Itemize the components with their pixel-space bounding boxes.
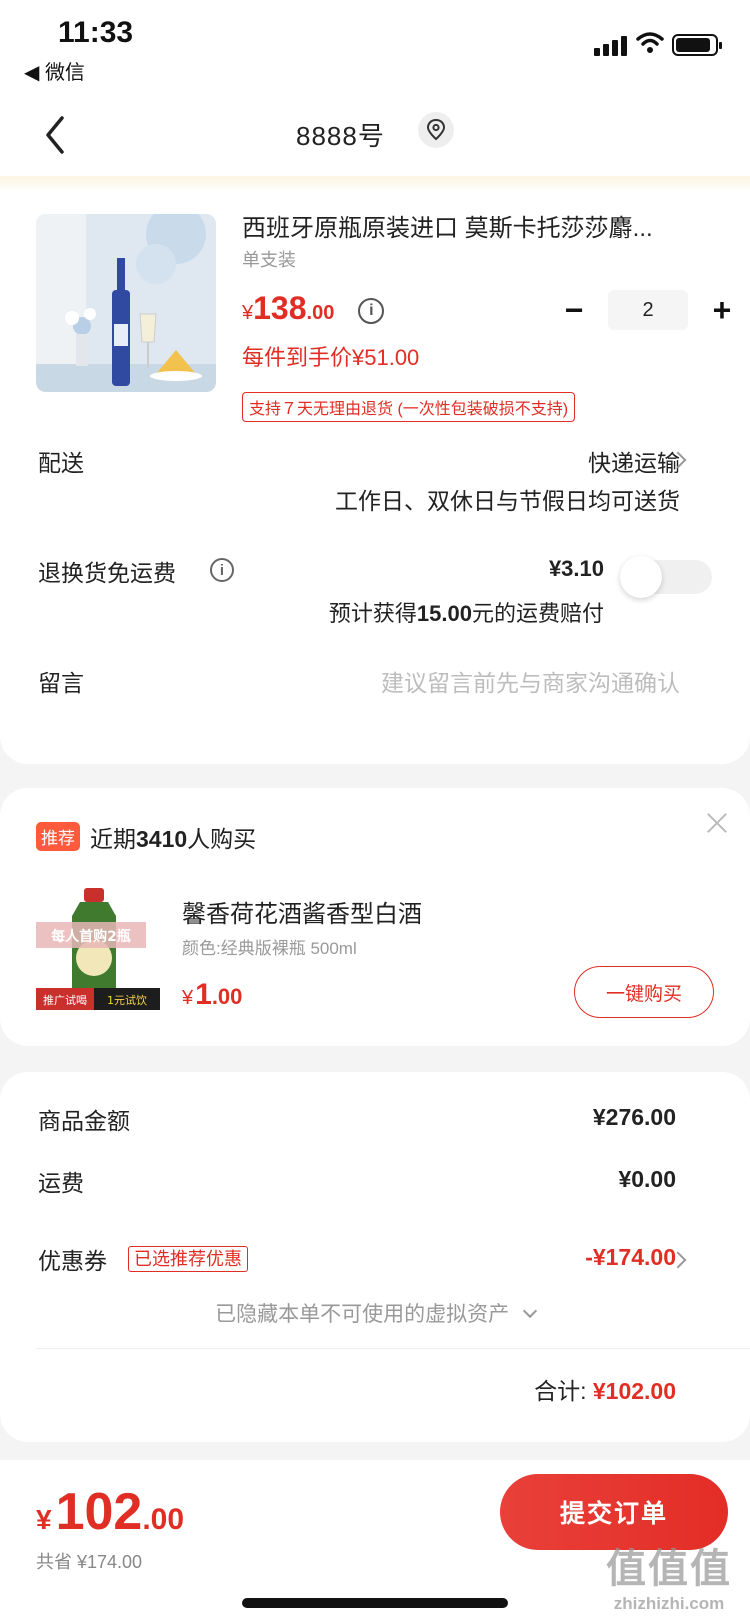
product-price: ¥ 138 .00 i	[242, 290, 385, 328]
payable-integer: 102	[55, 1483, 143, 1541]
delivery-schedule: 工作日、双休日与节假日均可送货	[335, 488, 680, 514]
return-policy-tag: 支持７天无理由退货 (一次性包装破损不支持)	[242, 392, 576, 422]
nav-bar: 8888号	[0, 92, 750, 180]
price-currency: ¥	[242, 302, 254, 324]
battery-icon	[672, 34, 722, 56]
delivery-method[interactable]: 快递运输	[588, 444, 680, 478]
watermark-url: zhizhizhi.com	[613, 1594, 725, 1613]
shop-title: 8888号	[296, 121, 385, 151]
delivery-label: 配送	[38, 450, 84, 476]
close-recommendation-icon[interactable]	[704, 810, 730, 836]
location-pin-icon[interactable]	[418, 112, 454, 148]
rec-price-decimal: .00	[211, 984, 243, 1009]
product-title[interactable]: 西班牙原瓶原装进口 莫斯卡托莎莎麝...	[242, 208, 702, 243]
back-to-app-link[interactable]: ◀ 微信	[24, 56, 85, 85]
recommend-item-spec: 颜色:经典版裸瓶 500ml	[182, 939, 357, 958]
summary-divider	[36, 1348, 750, 1349]
return-insurance-price: ¥3.10	[548, 556, 604, 581]
price-decimal: .00	[306, 302, 335, 324]
coupon-value[interactable]: -¥174.00	[585, 1244, 676, 1271]
return-note-prefix: 预计获得	[328, 601, 417, 626]
back-arrow-icon[interactable]	[36, 110, 76, 160]
shipping-value: ¥0.00	[618, 1166, 676, 1192]
message-input[interactable]: 建议留言前先与商家沟通确认	[381, 664, 680, 698]
return-insurance-label: 退换货免运费	[38, 560, 176, 586]
recommend-suffix: 人购买	[187, 826, 257, 852]
total-value: ¥102.00	[592, 1378, 676, 1404]
signal-icon	[594, 36, 627, 56]
payable-amount: ¥ 102 .00	[36, 1482, 184, 1542]
rec-price-currency: ¥	[182, 987, 194, 1009]
product-thumbnail[interactable]	[36, 214, 216, 392]
return-note-amount: 15.00	[416, 601, 472, 626]
chevron-down-icon	[522, 1303, 537, 1319]
price-info-icon[interactable]: i	[358, 298, 385, 324]
product-spec: 单支装	[242, 250, 296, 270]
coupon-selected-tag: 已选推荐优惠	[128, 1246, 248, 1272]
return-note-suffix: 元的运费赔付	[471, 601, 604, 626]
order-item-card: 西班牙原瓶原装进口 莫斯卡托莎莎麝... 单支装 ¥ 138 .00 i − 2…	[0, 190, 750, 764]
thumb-promo-left: 推广试喝	[43, 993, 87, 1007]
wifi-icon	[636, 32, 664, 53]
goods-amount-value: ¥276.00	[592, 1104, 676, 1130]
shipping-label: 运费	[38, 1170, 84, 1196]
recommendation-card: 推荐 近期3410人购买 每人首购2瓶 推广试喝 1元试饮 馨香荷花酒酱香型白酒…	[0, 788, 750, 1046]
total-label: 合计:	[534, 1378, 593, 1404]
decrease-quantity-button[interactable]: −	[554, 290, 594, 330]
coupon-label: 优惠券	[38, 1248, 107, 1274]
increase-quantity-button[interactable]: +	[702, 290, 742, 330]
order-total: 合计: ¥102.00	[534, 1372, 676, 1406]
payable-decimal: .00	[142, 1503, 185, 1536]
return-insurance-note: 预计获得15.00元的运费赔付	[329, 596, 604, 628]
recommend-item-price: ¥ 1 .00	[182, 978, 242, 1012]
recommend-count: 3410	[136, 826, 188, 852]
return-insurance-info-icon[interactable]: i	[210, 558, 234, 582]
quantity-stepper: − 2 +	[554, 290, 742, 330]
price-integer: 138	[253, 290, 307, 326]
recommend-headline: 近期3410人购买	[90, 820, 256, 854]
thumb-promo-right: 1元试饮	[107, 994, 147, 1007]
total-saved: 共省 ¥174.00	[36, 1552, 143, 1572]
quantity-value[interactable]: 2	[608, 290, 688, 330]
watermark-logo: 值值值	[606, 1547, 732, 1591]
recommend-thumbnail[interactable]: 每人首购2瓶 推广试喝 1元试饮	[36, 886, 160, 1010]
status-time: 11:33	[58, 16, 134, 49]
payable-currency: ¥	[36, 1504, 52, 1535]
one-click-buy-button[interactable]: 一键购买	[574, 966, 714, 1018]
price-summary-card: 商品金额 ¥276.00 运费 ¥0.00 优惠券 已选推荐优惠 -¥174.0…	[0, 1072, 750, 1442]
rec-price-integer: 1	[195, 978, 212, 1011]
unit-final-price: 每件到手价¥51.00	[242, 345, 420, 370]
status-bar: 11:33 ◀ 微信	[0, 0, 750, 92]
goods-amount-label: 商品金额	[38, 1108, 130, 1134]
thumb-promo-top: 每人首购2瓶	[51, 928, 131, 945]
recommend-item-title[interactable]: 馨香荷花酒酱香型白酒	[182, 894, 422, 929]
toggle-knob	[620, 556, 662, 598]
recommend-badge: 推荐	[36, 822, 80, 851]
message-label: 留言	[38, 670, 84, 696]
return-insurance-toggle[interactable]	[620, 556, 712, 598]
hidden-assets-toggle[interactable]: 已隐藏本单不可使用的虚拟资产	[0, 1298, 750, 1328]
home-indicator	[242, 1598, 508, 1608]
hidden-assets-text: 已隐藏本单不可使用的虚拟资产	[215, 1303, 510, 1326]
recommend-prefix: 近期	[90, 826, 136, 852]
